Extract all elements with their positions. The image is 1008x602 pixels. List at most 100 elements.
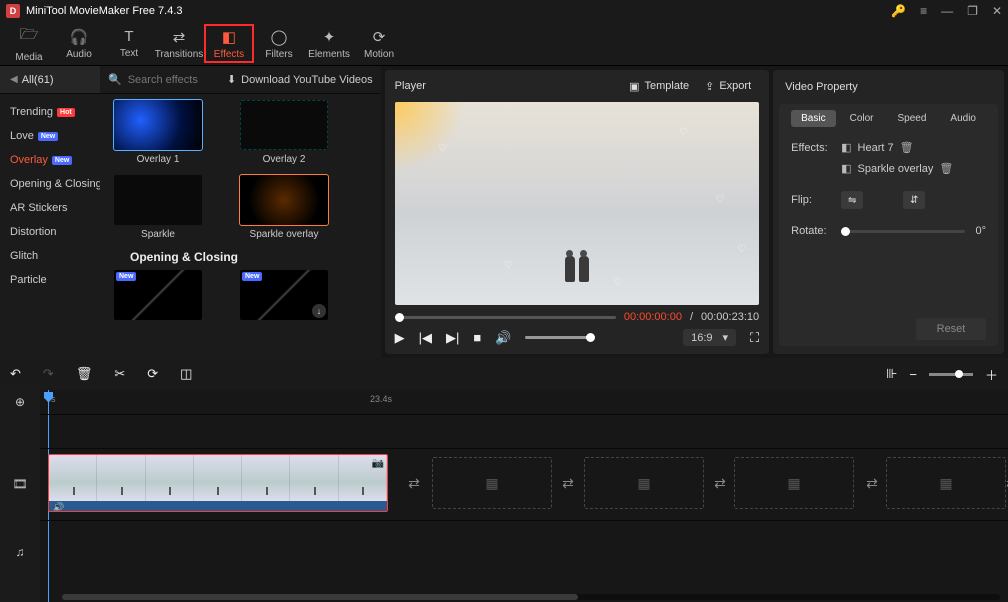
timeline-area[interactable]: 0s 23.4s 🔊 📷 ▦▦▦▦⇄⇄⇄⇄⇄: [40, 390, 1008, 602]
play-button[interactable]: ▶: [395, 330, 405, 346]
toolbar-effects[interactable]: ◧Effects: [204, 24, 254, 63]
undo-button[interactable]: ↶: [10, 366, 21, 382]
effects-search[interactable]: 🔍 Search effects: [100, 73, 219, 86]
crop-button[interactable]: ◫: [180, 366, 192, 382]
video-preview[interactable]: ♡ ♡ ♡ ♡ ♡ ♡: [395, 102, 759, 305]
flip-vertical-button[interactable]: ⇵: [903, 191, 925, 209]
timeline-settings-icon[interactable]: ⊪: [886, 366, 897, 382]
toolbar-elements[interactable]: ✦Elements: [304, 22, 354, 65]
timeline-ruler[interactable]: 0s 23.4s: [40, 390, 1008, 414]
effects-icon: ◧: [222, 28, 236, 46]
upgrade-key-icon[interactable]: 🔑: [891, 4, 906, 18]
tab-speed[interactable]: Speed: [888, 110, 937, 127]
transitions-icon: ⇄: [173, 28, 186, 46]
volume-slider[interactable]: [525, 336, 595, 339]
template-button[interactable]: ▣Template: [621, 77, 697, 96]
effect-tile[interactable]: Overlay 2: [236, 100, 332, 165]
redo-button[interactable]: ↷: [43, 366, 54, 382]
tab-color[interactable]: Color: [840, 110, 884, 127]
add-track-button[interactable]: ⊕: [0, 390, 40, 414]
transition-slot[interactable]: ⇄: [1000, 471, 1008, 495]
category-trending[interactable]: Trending Hot: [0, 100, 100, 124]
tab-audio[interactable]: Audio: [940, 110, 986, 127]
export-button[interactable]: ⇪Export: [697, 77, 759, 96]
category-love[interactable]: Love New: [0, 124, 100, 148]
delete-button[interactable]: 🗑: [76, 366, 93, 382]
reset-button[interactable]: Reset: [916, 318, 986, 340]
transition-slot[interactable]: ⇄: [860, 471, 884, 495]
delete-effect-button[interactable]: 🗑: [900, 141, 914, 154]
empty-clip-slot[interactable]: ▦: [432, 457, 552, 509]
timeline: ⊕ 🎞 ♫ 0s 23.4s 🔊 📷 ▦▦▦▦⇄⇄⇄⇄⇄: [0, 390, 1008, 602]
toolbar-filters[interactable]: ◯Filters: [254, 22, 304, 65]
horizontal-scrollbar[interactable]: [62, 594, 1000, 600]
video-clip[interactable]: 🔊 📷: [48, 454, 388, 512]
delete-effect-button[interactable]: 🗑: [939, 162, 953, 175]
zoom-in-button[interactable]: ＋: [985, 365, 998, 384]
effect-tile[interactable]: New ↓: [236, 270, 332, 320]
video-track[interactable]: 🔊 📷 ▦▦▦▦⇄⇄⇄⇄⇄: [40, 448, 1008, 520]
minimize-button[interactable]: —: [941, 4, 953, 18]
category-opening-closing[interactable]: Opening & Closing: [0, 172, 100, 196]
toolbar-transitions[interactable]: ⇄ Transitions: [154, 22, 204, 65]
effect-icon: ◧: [841, 162, 851, 175]
rotate-slider[interactable]: [841, 230, 965, 233]
stop-button[interactable]: ■: [473, 330, 481, 345]
toolbar-media[interactable]: 🗁Media: [4, 22, 54, 65]
export-label: Export: [719, 80, 751, 92]
empty-clip-slot[interactable]: ▦: [584, 457, 704, 509]
effect-tile[interactable]: Sparkle overlay: [236, 175, 332, 240]
new-badge: New: [242, 272, 262, 281]
volume-icon[interactable]: 🔊: [495, 330, 511, 346]
aspect-ratio-dropdown[interactable]: 16:9▾: [683, 329, 736, 346]
search-icon: 🔍: [108, 73, 122, 86]
property-tabs: Basic ColorSpeedAudio: [791, 110, 986, 127]
effect-tile[interactable]: Sparkle: [110, 175, 206, 240]
download-youtube-link[interactable]: ⬇ Download YouTube Videos: [219, 73, 381, 86]
audio-track[interactable]: [40, 520, 1008, 584]
zoom-slider[interactable]: [929, 373, 973, 376]
next-frame-button[interactable]: ▶|: [446, 330, 459, 346]
download-label: Download YouTube Videos: [241, 74, 373, 86]
toolbar-label: Transitions: [155, 49, 204, 60]
search-placeholder: Search effects: [128, 74, 198, 86]
transition-slot[interactable]: ⇄: [402, 471, 426, 495]
flip-horizontal-button[interactable]: ⇋: [841, 191, 863, 209]
category-label: Opening & Closing: [10, 178, 100, 190]
toolbar-motion[interactable]: ⟳Motion: [354, 22, 404, 65]
download-badge-icon[interactable]: ↓: [312, 304, 326, 318]
prev-frame-button[interactable]: |◀: [419, 330, 432, 346]
menu-icon[interactable]: ≡: [920, 4, 927, 18]
zoom-out-button[interactable]: −: [909, 367, 917, 382]
seek-bar[interactable]: [395, 316, 616, 319]
title-bar: D MiniTool MovieMaker Free 7.4.3 🔑 ≡ — ❐…: [0, 0, 1008, 22]
toolbar-text[interactable]: TText: [104, 22, 154, 65]
tab-basic[interactable]: Basic: [791, 110, 835, 127]
transition-slot[interactable]: ⇄: [708, 471, 732, 495]
category-distortion[interactable]: Distortion: [0, 220, 100, 244]
transition-slot[interactable]: ⇄: [556, 471, 580, 495]
effect-label: Sparkle overlay: [250, 229, 319, 240]
applied-effect: ◧ Sparkle overlay 🗑: [841, 162, 953, 175]
category-particle[interactable]: Particle: [0, 268, 100, 292]
effect-tile[interactable]: New: [110, 270, 206, 320]
category-ar-stickers[interactable]: AR Stickers: [0, 196, 100, 220]
close-button[interactable]: ✕: [992, 4, 1002, 18]
empty-clip-slot[interactable]: ▦: [886, 457, 1006, 509]
empty-clip-slot[interactable]: ▦: [734, 457, 854, 509]
effects-all-button[interactable]: ◀ All(61): [0, 66, 100, 93]
player-panel: Player ▣Template ⇪Export ♡ ♡ ♡ ♡ ♡ ♡ 00:…: [385, 70, 769, 354]
category-glitch[interactable]: Glitch: [0, 244, 100, 268]
maximize-button[interactable]: ❐: [967, 4, 978, 18]
speed-button[interactable]: ⟳: [147, 366, 158, 382]
category-overlay[interactable]: Overlay New: [0, 148, 100, 172]
video-track-icon[interactable]: 🎞: [0, 448, 40, 520]
fullscreen-button[interactable]: ⛶: [750, 330, 759, 346]
effects-label: Effects:: [791, 142, 831, 154]
split-button[interactable]: ✂: [114, 366, 125, 382]
toolbar-audio[interactable]: 🎧Audio: [54, 22, 104, 65]
effect-label: Overlay 1: [137, 154, 180, 165]
effect-tile[interactable]: Overlay 1: [110, 100, 206, 165]
player-title: Player: [395, 80, 621, 92]
audio-track-icon[interactable]: ♫: [0, 520, 40, 584]
